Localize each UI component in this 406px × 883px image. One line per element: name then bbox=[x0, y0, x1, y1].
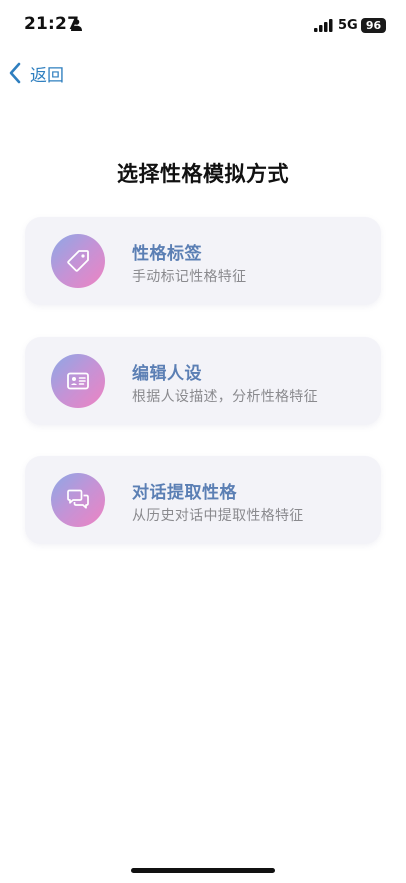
chevron-left-icon bbox=[9, 62, 21, 84]
option-card-personality-tags[interactable]: 性格标签 手动标记性格特征 bbox=[25, 217, 381, 305]
network-label: 5G bbox=[338, 18, 358, 33]
id-card-icon bbox=[67, 372, 89, 390]
chat-bubbles-icon bbox=[67, 489, 89, 509]
option-icon-circle bbox=[51, 473, 105, 527]
option-title: 编辑人设 bbox=[132, 364, 202, 384]
back-label: 返回 bbox=[30, 65, 64, 86]
home-indicator bbox=[131, 868, 275, 873]
battery-indicator: 96 bbox=[361, 18, 386, 33]
back-button[interactable]: 返回 bbox=[8, 58, 64, 88]
option-icon-circle bbox=[51, 234, 105, 288]
signal-icon bbox=[314, 19, 333, 32]
person-icon bbox=[71, 19, 82, 31]
page-title: 选择性格模拟方式 bbox=[117, 162, 289, 186]
tag-icon bbox=[67, 250, 89, 272]
option-icon-circle bbox=[51, 354, 105, 408]
option-title: 性格标签 bbox=[132, 244, 202, 264]
option-description: 手动标记性格特征 bbox=[132, 269, 247, 285]
option-card-edit-persona[interactable]: 编辑人设 根据人设描述，分析性格特征 bbox=[25, 337, 381, 425]
option-description: 根据人设描述，分析性格特征 bbox=[132, 389, 318, 405]
status-bar: 21:27 5G 96 bbox=[0, 0, 406, 52]
option-card-extract-from-chat[interactable]: 对话提取性格 从历史对话中提取性格特征 bbox=[25, 456, 381, 544]
option-title: 对话提取性格 bbox=[132, 483, 237, 503]
option-description: 从历史对话中提取性格特征 bbox=[132, 508, 304, 524]
